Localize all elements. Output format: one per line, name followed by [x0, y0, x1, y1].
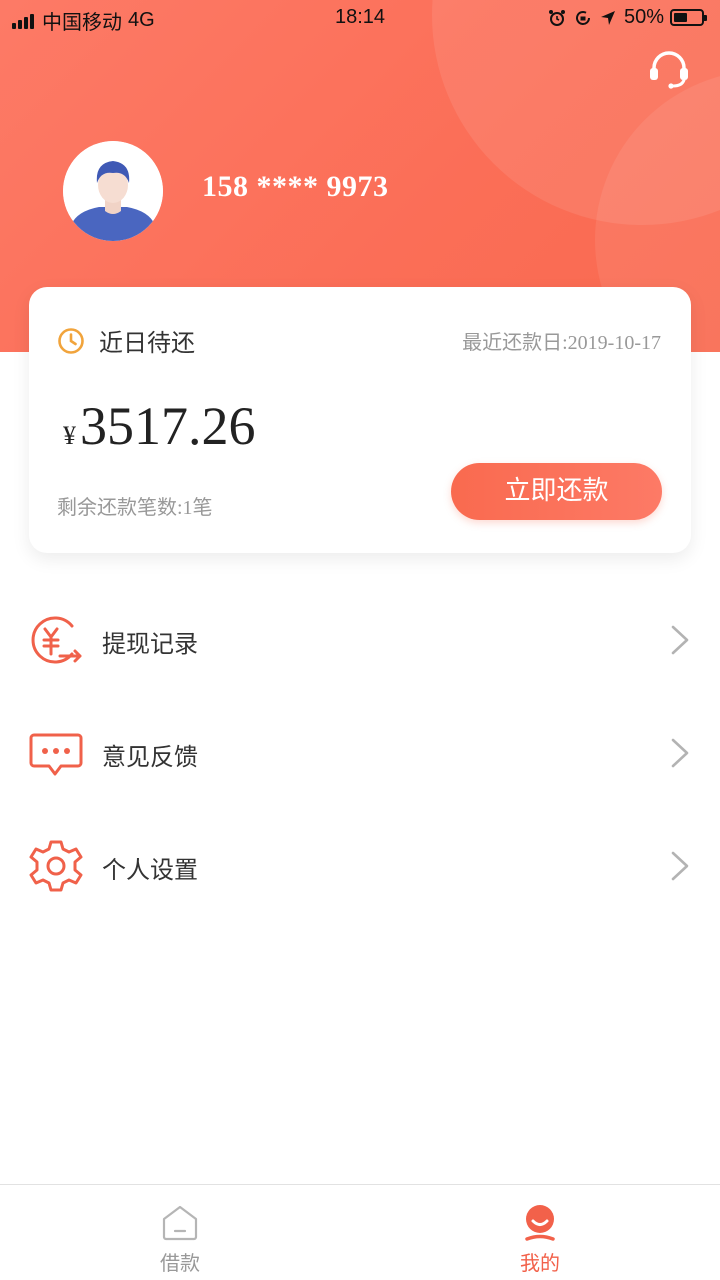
menu-item-personal-settings[interactable]: 个人设置 — [0, 826, 720, 906]
currency-symbol: ¥ — [63, 421, 76, 450]
card-title: 近日待还 — [99, 329, 195, 357]
profile-icon — [525, 1205, 555, 1241]
chevron-right-icon — [671, 625, 689, 655]
rotation-lock-icon — [576, 10, 590, 25]
recent-repayment-date: 最近还款日:2019-10-17 — [462, 332, 661, 354]
tab-label: 我的 — [520, 1251, 560, 1275]
location-icon — [600, 10, 615, 25]
repay-now-button[interactable]: 立即还款 — [451, 463, 662, 520]
bottom-nav: 借款 我的 — [0, 1184, 720, 1280]
home-icon — [162, 1205, 198, 1241]
battery-percent: 50% — [623, 6, 664, 28]
amount-due: ¥ 3517.26 — [63, 395, 256, 457]
menu-item-label: 意见反馈 — [102, 743, 198, 771]
menu-item-withdraw-records[interactable]: 提现记录 — [0, 600, 720, 680]
tab-loan[interactable]: 借款 — [0, 1185, 360, 1280]
battery-icon — [670, 9, 707, 26]
avatar[interactable] — [63, 141, 163, 241]
amount-value: 3517.26 — [80, 396, 256, 456]
user-avatar-icon — [63, 141, 163, 241]
battery-fill — [674, 13, 687, 22]
alarm-icon — [548, 9, 565, 26]
phone-number: 158 **** 9973 — [202, 170, 389, 203]
customer-service-icon[interactable] — [646, 46, 692, 92]
chevron-right-icon — [671, 738, 689, 768]
remaining-count: 剩余还款笔数:1笔 — [57, 497, 213, 519]
yuan-withdraw-icon — [31, 616, 82, 664]
menu-item-label: 提现记录 — [102, 630, 198, 658]
menu-item-label: 个人设置 — [102, 856, 198, 884]
chat-bubble-icon — [29, 733, 83, 776]
tab-mine[interactable]: 我的 — [360, 1185, 720, 1280]
gear-icon — [29, 840, 83, 892]
chevron-right-icon — [671, 851, 689, 881]
repayment-card: 近日待还 最近还款日:2019-10-17 ¥ 3517.26 剩余还款笔数:1… — [29, 287, 691, 553]
clock-icon — [58, 327, 84, 354]
menu-item-feedback[interactable]: 意见反馈 — [0, 713, 720, 793]
tab-label: 借款 — [160, 1251, 200, 1275]
status-bar: 中国移动 4G 18:14 50% — [0, 0, 720, 36]
